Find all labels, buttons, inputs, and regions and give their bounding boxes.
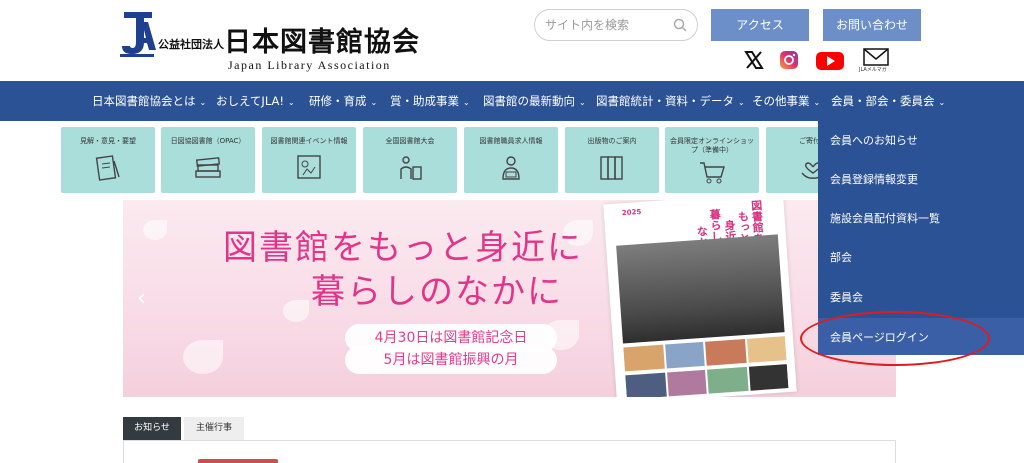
dropdown-item-facility-materials[interactable]: 施設会員配付資料一覧	[830, 199, 940, 238]
search-input[interactable]	[545, 16, 675, 34]
contact-button[interactable]: お問い合わせ	[823, 9, 921, 41]
quick-link-national-conference[interactable]: 全国図書館大会	[363, 127, 457, 193]
main-nav: 日本図書館協会とは ⌄ おしえてJLA! ⌄ 研修・育成 ⌄ 賞・助成事業 ⌄ 図書館の…	[0, 81, 1024, 121]
publication-books-icon	[600, 156, 623, 180]
logo-english: Japan Library Association	[228, 58, 391, 72]
campaign-poster: 2025 図書館を もっと 身近に 暮らしの なかに	[603, 200, 797, 397]
quick-link-opac[interactable]: 日図協図書館（OPAC）	[161, 127, 255, 193]
poster-photo	[616, 234, 785, 344]
chevron-down-icon: ⌄	[579, 98, 586, 107]
logo-name: 日本図書館協会	[224, 27, 420, 58]
search-icon[interactable]	[673, 18, 687, 32]
chevron-down-icon: ⌄	[813, 98, 821, 107]
speaker-podium-icon	[400, 156, 422, 180]
instagram-icon[interactable]	[778, 46, 800, 74]
nav-item-trends[interactable]: 図書館の最新動向 ⌄	[483, 81, 586, 121]
chevron-down-icon: ⌄	[738, 98, 745, 107]
event-board-icon	[297, 155, 321, 179]
access-button[interactable]: アクセス	[711, 9, 809, 41]
chevron-down-icon: ⌄	[199, 98, 207, 107]
jla-logo-icon	[120, 10, 156, 57]
chevron-down-icon: ⌄	[370, 98, 378, 107]
poster-year: 2025	[621, 207, 642, 218]
banner-headline-2: 暮らしのなかに	[311, 272, 563, 312]
dropdown-item-member-info-change[interactable]: 会員登録情報変更	[830, 160, 918, 199]
page: 公益社団法人 日本図書館協会 Japan Library Association…	[0, 0, 1024, 463]
petal-decoration	[183, 340, 223, 374]
x-twitter-icon[interactable]	[742, 46, 766, 74]
job-worker-icon	[502, 156, 520, 180]
nav-item-other[interactable]: その他事業 ⌄	[752, 81, 820, 121]
chevron-down-icon: ⌄	[463, 98, 470, 107]
banner-headline-1: 図書館をもっと身近に	[223, 228, 583, 268]
site-logo[interactable]: 公益社団法人 日本図書館協会 Japan Library Association	[118, 10, 423, 72]
nav-item-faq[interactable]: おしえてJLA! ⌄	[216, 81, 295, 121]
banner-pill-promotion-month: 5月は図書館振興の月	[345, 346, 557, 374]
petal-decoration	[143, 220, 167, 240]
nav-item-about[interactable]: 日本図書館協会とは ⌄	[92, 81, 206, 121]
hero-banner[interactable]: ‹ 図書館をもっと身近に 暮らしのなかに 4月30日は図書館記念日 5月は図書館…	[123, 200, 896, 397]
youtube-icon[interactable]	[815, 46, 845, 74]
dropdown-item-divisions[interactable]: 部会	[830, 238, 852, 277]
tab-news[interactable]: お知らせ	[123, 417, 181, 440]
petal-decoration	[283, 300, 309, 322]
dropdown-item-member-news[interactable]: 会員へのお知らせ	[830, 121, 918, 160]
tab-events[interactable]: 主催行事	[184, 417, 244, 440]
carousel-prev-icon[interactable]: ‹	[137, 286, 146, 311]
quick-link-publications[interactable]: 出版物のご案内	[565, 127, 659, 193]
nav-item-awards[interactable]: 賞・助成事業 ⌄	[390, 81, 470, 121]
chevron-down-icon: ⌄	[287, 98, 295, 107]
poster-photo-grid	[623, 336, 789, 397]
nav-item-statistics[interactable]: 図書館統計・資料・データ ⌄	[596, 81, 745, 121]
dropdown-item-committees[interactable]: 委員会	[830, 278, 863, 317]
books-stack-icon	[195, 157, 221, 178]
shopping-cart-icon	[700, 162, 725, 184]
chevron-down-icon: ⌄	[938, 98, 946, 107]
site-search	[534, 9, 698, 41]
quick-link-online-shop[interactable]: 会員限定オンラインショップ（準備中）	[665, 127, 759, 193]
quick-link-jobs[interactable]: 図書館職員求人情報	[464, 127, 558, 193]
document-pen-icon	[95, 155, 120, 181]
logo-org-type: 公益社団法人	[158, 38, 224, 51]
quick-link-events[interactable]: 図書館関連イベント情報	[262, 127, 356, 193]
quick-link-opinions[interactable]: 見解・意見・要望	[61, 127, 155, 193]
annotation-highlight-ring	[800, 311, 990, 366]
mail-newsletter-label: JLAメルマガ	[859, 67, 887, 73]
nav-item-training[interactable]: 研修・育成 ⌄	[309, 81, 377, 121]
news-category-badge	[198, 459, 278, 463]
nav-item-members[interactable]: 会員・部会・委員会 ⌄	[831, 81, 945, 121]
